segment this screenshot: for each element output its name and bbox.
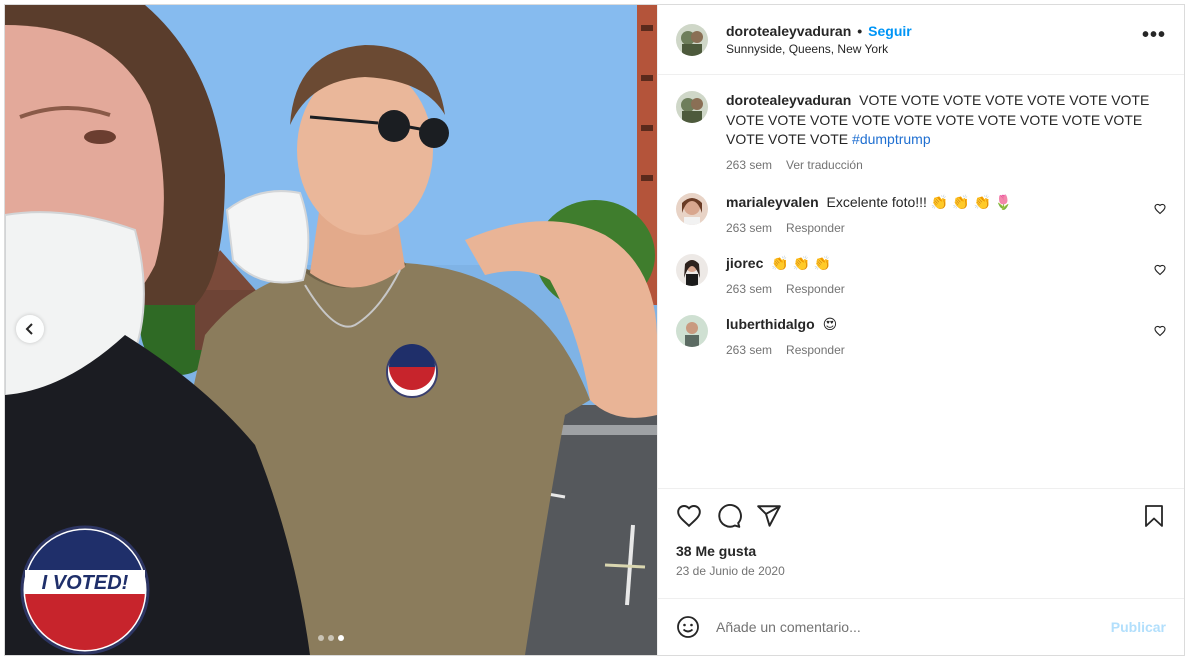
carousel-dot — [318, 635, 324, 641]
author-avatar[interactable] — [676, 91, 708, 123]
comment-input[interactable] — [716, 619, 1111, 635]
comment-button[interactable] — [716, 503, 742, 529]
caption-age: 263 sem — [726, 157, 773, 172]
like-comment-heart-icon[interactable] — [1154, 325, 1166, 337]
post-header: dorotealeyvaduran • Seguir Sunnyside, Qu… — [658, 5, 1184, 75]
more-options-icon[interactable]: ••• — [1142, 24, 1166, 55]
comment-item: marialeyvalen Excelente foto!!! 👏 👏 👏 🌷 … — [676, 193, 1166, 238]
chevron-left-icon — [25, 323, 33, 335]
post-date: 23 de Junio de 2020 — [676, 564, 785, 578]
comment-age: 263 sem — [726, 281, 773, 296]
photo-scene: I VOTED! — [5, 5, 657, 655]
carousel-prev-button[interactable] — [16, 315, 44, 343]
translate-link[interactable]: Ver traducción — [786, 156, 863, 176]
commenter-avatar[interactable] — [676, 193, 708, 225]
heart-icon — [677, 505, 701, 528]
author-username[interactable]: dorotealeyvaduran — [726, 23, 851, 39]
comment-username[interactable]: jiorec — [726, 255, 763, 271]
publish-button[interactable]: Publicar — [1111, 619, 1166, 635]
comment-icon — [718, 504, 742, 528]
location-link[interactable]: Sunnyside, Queens, New York — [726, 42, 912, 56]
share-icon — [757, 505, 781, 527]
separator-dot: • — [857, 23, 863, 39]
comment-item: jiorec 👏 👏 👏 263 sem Responder — [676, 254, 1166, 299]
commenter-avatar[interactable] — [676, 254, 708, 286]
hashtag-link[interactable]: #dumptrump — [852, 131, 931, 147]
likes-count[interactable]: 38 Me gusta — [676, 543, 1166, 559]
bookmark-icon — [1145, 505, 1163, 527]
caption: dorotealeyvaduran VOTE VOTE VOTE VOTE VO… — [676, 91, 1166, 175]
post-actions: 38 Me gusta 23 de Junio de 2020 — [658, 488, 1184, 598]
comments-list: dorotealeyvaduran VOTE VOTE VOTE VOTE VO… — [658, 75, 1184, 488]
like-comment-heart-icon[interactable] — [1154, 203, 1166, 215]
commenter-avatar[interactable] — [676, 315, 708, 347]
carousel-dot-active — [338, 635, 344, 641]
comment-age: 263 sem — [726, 220, 773, 235]
reply-button[interactable]: Responder — [786, 219, 845, 239]
carousel-indicator — [318, 635, 344, 641]
add-comment-bar: Publicar — [658, 598, 1184, 655]
post-photo[interactable]: I VOTED! — [5, 5, 657, 655]
post-side-panel: dorotealeyvaduran • Seguir Sunnyside, Qu… — [657, 5, 1184, 655]
sticker-text: I VOTED! — [42, 572, 129, 594]
comment-username[interactable]: luberthidalgo — [726, 316, 815, 332]
comment-username[interactable]: marialeyvalen — [726, 194, 819, 210]
share-button[interactable] — [756, 503, 782, 529]
author-meta: dorotealeyvaduran • Seguir Sunnyside, Qu… — [726, 23, 912, 56]
like-comment-heart-icon[interactable] — [1154, 264, 1166, 276]
comment-text: Excelente foto!!! 👏 👏 👏 🌷 — [826, 194, 1013, 210]
save-button[interactable] — [1142, 503, 1166, 529]
reply-button[interactable]: Responder — [786, 280, 845, 300]
post-dialog: I VOTED! dorotealeyvaduran • Seguir Sunn… — [4, 4, 1185, 656]
comment-age: 263 sem — [726, 342, 773, 357]
like-button[interactable] — [676, 503, 702, 529]
emoji-picker-button[interactable] — [676, 615, 700, 639]
reply-button[interactable]: Responder — [786, 341, 845, 361]
comment-item: luberthidalgo 😍 263 sem Responder — [676, 315, 1166, 360]
carousel-dot — [328, 635, 334, 641]
emoji-icon — [677, 616, 699, 638]
comment-text: 😍 — [822, 316, 838, 332]
author-avatar[interactable] — [676, 23, 708, 56]
comment-text: 👏 👏 👏 — [771, 255, 832, 271]
follow-button[interactable]: Seguir — [868, 23, 912, 39]
caption-username[interactable]: dorotealeyvaduran — [726, 92, 851, 108]
